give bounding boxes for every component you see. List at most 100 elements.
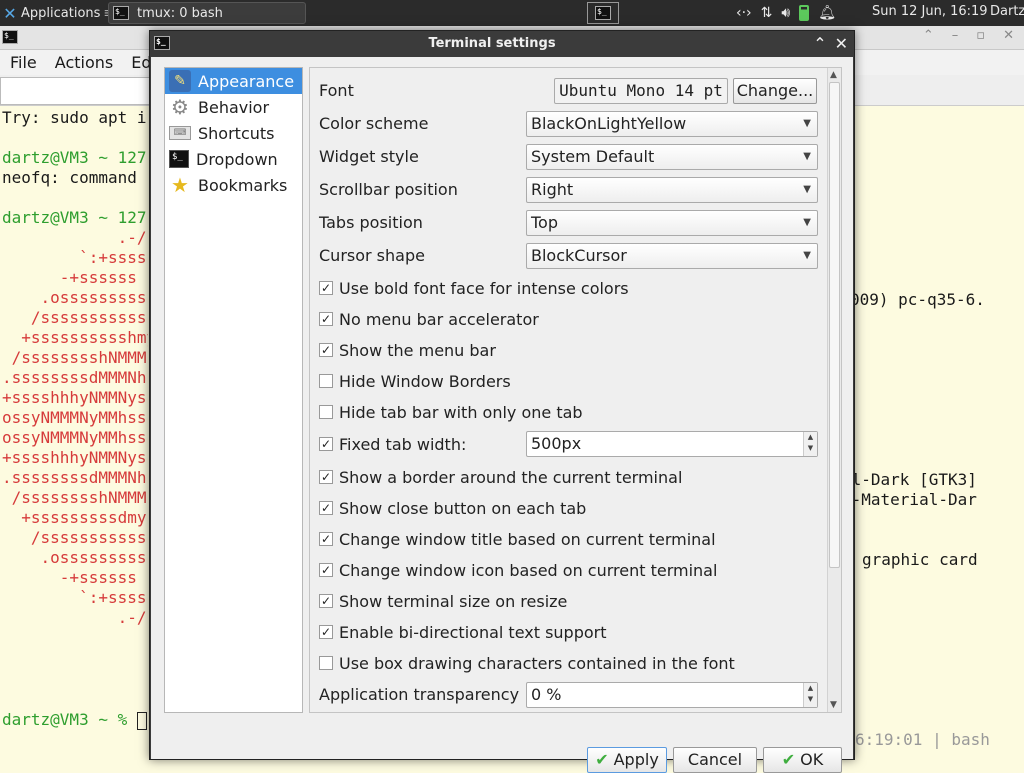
bell-icon[interactable]: 🔔︎ [818,5,836,21]
change-window-icon-checkbox[interactable]: ✓ Change window icon based on current ter… [319,559,717,581]
spin-arrows-icon[interactable]: ▲ ▼ [803,432,817,456]
updown-icon[interactable]: ⇅ [761,5,773,21]
sidebar-item-appearance[interactable]: ✎ Appearance [165,68,302,94]
checkbox-box[interactable] [319,656,333,670]
fixed-tab-width-spinbox[interactable]: 500px ▲ ▼ [526,431,818,457]
scrollbar-position-label: Scrollbar position [319,180,458,199]
widget-style-value: System Default [531,147,655,166]
taskbar-item-tmux[interactable]: $_ tmux: 0 bash [108,2,306,24]
clock[interactable]: Sun 12 Jun, 16:19 [872,4,988,19]
checkbox-label: Show terminal size on resize [339,591,568,611]
show-border-checkbox[interactable]: ✓ Show a border around the current termin… [319,466,682,488]
terminal-tab[interactable] [0,77,150,105]
widget-style-label: Widget style [319,147,419,166]
terminal-output-line: /ssssssssssss [2,308,148,327]
checkbox-box[interactable]: ✓ [319,563,333,577]
terminal-output-line: graphic card [862,550,978,569]
transparency-spinbox[interactable]: 0 % ▲ ▼ [526,682,818,708]
minimize-icon[interactable]: – [952,28,959,43]
scroll-down-icon[interactable]: ▼ [830,700,837,710]
box-drawing-checkbox[interactable]: Use box drawing characters contained in … [319,652,735,674]
terminal-output-line: .ssssssssdMMMNh [2,368,147,387]
gear-icon: ⚙ [171,95,189,119]
color-scheme-value: BlackOnLightYellow [531,114,687,133]
sidebar-item-behavior[interactable]: ⚙ Behavior [165,94,302,120]
tabs-position-select[interactable]: Top ▼ [526,210,818,236]
hide-window-borders-checkbox[interactable]: Hide Window Borders [319,370,511,392]
checkbox-box[interactable]: ✓ [319,625,333,639]
show-menu-bar-checkbox[interactable]: ✓ Show the menu bar [319,339,496,361]
network-arrows-icon[interactable]: ‹·› [736,5,752,21]
dialog-titlebar[interactable]: $_ Terminal settings ⌃ ✕ [150,31,854,57]
checkbox-box[interactable] [319,374,333,388]
applications-menu[interactable]: ✕ Applications ≡ [2,3,114,23]
checkbox-box[interactable]: ✓ [319,343,333,357]
user-name[interactable]: Dartz [990,4,1024,19]
close-icon[interactable]: ✕ [835,34,848,53]
terminal-output-line: .ssssssssdMMMNh [2,468,147,487]
change-font-button[interactable]: Change... [733,78,817,104]
checkbox-box[interactable]: ✓ [319,501,333,515]
sidebar-item-dropdown[interactable]: $_ Dropdown [165,146,302,172]
scroll-up-icon[interactable]: ▲ [830,70,837,80]
terminal-output-line: ossyNMMMNyMMhss [2,428,147,447]
sidebar-item-label: Behavior [198,97,270,117]
change-window-title-checkbox[interactable]: ✓ Change window title based on current te… [319,528,716,550]
chevron-down-icon: ▼ [803,250,811,261]
terminal-output-line: -+ssssss [2,568,137,587]
bidi-text-checkbox[interactable]: ✓ Enable bi-directional text support [319,621,607,643]
taskbar-terminal-launcher[interactable]: $_ [587,2,619,24]
scrollbar-thumb[interactable] [829,82,840,568]
shade-up-icon[interactable]: ⌃ [813,34,826,53]
apply-button[interactable]: ✔ Apply [587,747,667,773]
scrollbar-position-select[interactable]: Right ▼ [526,177,818,203]
bold-font-checkbox[interactable]: ✓ Use bold font face for intense colors [319,277,629,299]
menu-file[interactable]: File [10,53,37,72]
terminal-icon: $_ [113,6,129,20]
checkbox-box[interactable]: ✓ [319,532,333,546]
fixed-tab-width-checkbox[interactable]: ✓ Fixed tab width: [319,433,466,455]
check-icon: ✔ [595,750,609,769]
checkbox-box[interactable]: ✓ [319,437,333,451]
system-tray: ‹·› ⇅ 🔊︎ 🔔︎ [736,3,836,23]
ok-button[interactable]: ✔ OK [763,747,842,773]
settings-scrollbar[interactable]: ▲ ▼ [827,68,841,712]
close-icon[interactable]: ✕ [1003,28,1014,43]
battery-icon[interactable] [799,5,810,21]
terminal-output-line: Try: sudo apt i [2,108,147,127]
checkbox-label: Change window title based on current ter… [339,529,716,549]
checkbox-label: Fixed tab width: [339,434,467,454]
terminal-cursor [136,711,147,730]
checkbox-box[interactable]: ✓ [319,281,333,295]
checkbox-box[interactable]: ✓ [319,470,333,484]
checkbox-box[interactable] [319,405,333,419]
color-scheme-select[interactable]: BlackOnLightYellow ▼ [526,111,818,137]
menu-actions[interactable]: Actions [55,53,113,72]
terminal-output-line: +sssssssssdmy [2,508,147,527]
show-terminal-size-checkbox[interactable]: ✓ Show terminal size on resize [319,590,567,612]
sidebar-item-shortcuts[interactable]: ⌨ Shortcuts [165,120,302,146]
hide-tab-bar-checkbox[interactable]: Hide tab bar with only one tab [319,401,583,423]
no-menu-accelerator-checkbox[interactable]: ✓ No menu bar accelerator [319,308,539,330]
terminal-output-line: .osssssssss [2,288,147,307]
spin-arrows-icon[interactable]: ▲ ▼ [803,683,817,707]
terminal-output-line: 009) pc-q35-6. [850,290,985,309]
terminal-output-line: +sssssssssshmy [2,328,148,347]
sidebar-item-bookmarks[interactable]: ★ Bookmarks [165,172,302,198]
restore-icon[interactable]: ▫ [976,28,985,43]
terminal-left-output: Try: sudo apt i dartz@VM3 ~ 127 neofq: com… [2,108,148,628]
maximize-icon[interactable]: ⌃ [923,28,934,43]
cursor-shape-select[interactable]: BlockCursor ▼ [526,243,818,269]
cancel-button[interactable]: Cancel [673,747,757,773]
widget-style-select[interactable]: System Default ▼ [526,144,818,170]
top-panel: ✕ Applications ≡ $_ tmux: 0 bash $_ ‹·› … [0,0,1024,26]
volume-icon[interactable]: 🔊︎ [781,5,790,21]
font-label: Font [319,81,354,100]
cursor-shape-value: BlockCursor [531,246,627,265]
terminal-output-line: ossyNMMMNyMMhss [2,408,147,427]
checkbox-box[interactable]: ✓ [319,594,333,608]
show-close-button-checkbox[interactable]: ✓ Show close button on each tab [319,497,586,519]
checkbox-box[interactable]: ✓ [319,312,333,326]
tabs-position-value: Top [531,213,558,232]
